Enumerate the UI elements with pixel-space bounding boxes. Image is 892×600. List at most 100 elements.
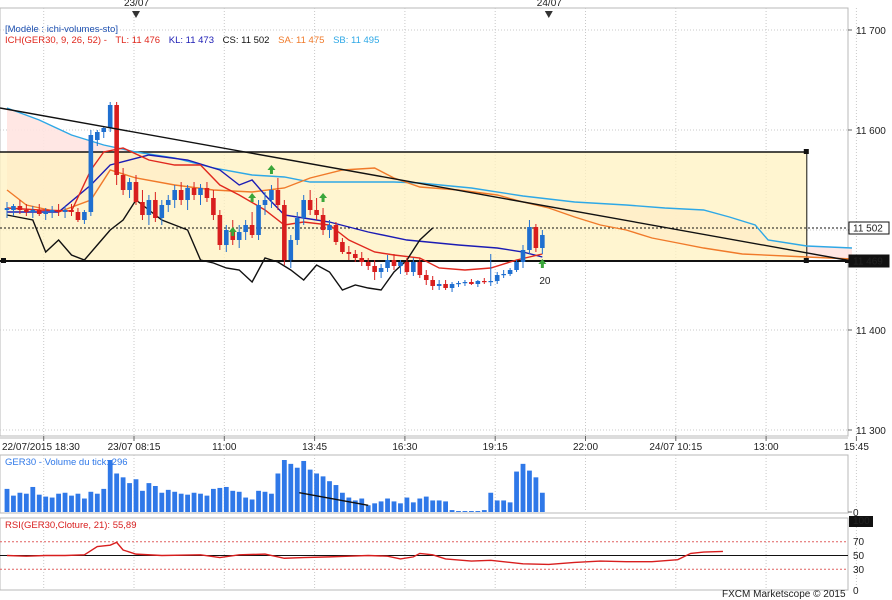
candle-body	[36, 210, 42, 214]
volume-bar	[340, 492, 345, 512]
candle-body	[314, 210, 319, 215]
candle-body	[365, 262, 371, 266]
candle-body	[378, 268, 384, 272]
candle-body	[436, 284, 442, 286]
volume-bar	[30, 486, 36, 512]
candle-body	[449, 284, 455, 288]
volume-bar	[120, 477, 126, 512]
volume-bar	[133, 479, 139, 512]
candle-body	[172, 190, 177, 200]
price-tick-label: 11 600	[856, 126, 886, 137]
volume-bar	[514, 471, 519, 512]
volume-bar	[62, 492, 68, 512]
rsi-level-label: 70	[853, 537, 865, 548]
price-tick-label: 11 400	[856, 326, 886, 337]
volume-bar	[436, 500, 442, 512]
volume-bar	[159, 492, 165, 512]
rsi-level-label: 30	[853, 565, 865, 576]
volume-bar	[101, 488, 107, 512]
candle-body	[398, 262, 403, 266]
volume-bar	[430, 500, 436, 512]
volume-bar	[140, 490, 145, 512]
candle-body	[391, 260, 397, 266]
candle-body	[120, 175, 126, 190]
volume-bar	[417, 498, 423, 512]
candle-body	[4, 208, 10, 210]
candle-body	[475, 281, 481, 284]
candle-body	[333, 225, 339, 242]
price-axis: 11 70011 60011 50011 40011 30011 50211 4…	[848, 26, 890, 437]
candle-body	[56, 210, 61, 212]
candle-body	[165, 200, 171, 205]
candle-body	[282, 205, 287, 260]
time-axis: 22/07/2015 18:30 23/07 08:15 11:00 13:45 16:…	[0, 436, 869, 453]
chart-canvas: 20 11 70011 60011 50011 40011 30011 5021…	[0, 0, 890, 600]
model-label: [Modèle : ichi-volumes-sto]	[5, 24, 118, 35]
volume-bar	[152, 486, 158, 512]
volume-bar	[372, 503, 378, 512]
time-tick-label: 16:30	[392, 442, 417, 453]
volume-bar	[36, 494, 42, 512]
volume-bar	[269, 493, 274, 512]
volume-bar	[75, 493, 81, 512]
volume-bar	[114, 473, 120, 512]
volume-bar	[301, 460, 307, 512]
candle-body	[359, 258, 365, 262]
volume-bar	[398, 503, 403, 512]
volume-bar	[391, 501, 397, 512]
candle-body	[385, 260, 390, 268]
volume-bar	[294, 467, 300, 512]
candle-body	[430, 280, 435, 286]
candle-body	[275, 190, 281, 205]
volume-bar	[539, 492, 545, 512]
volume-bar	[191, 492, 197, 512]
time-tick-label: 23/07 08:15	[108, 442, 161, 453]
volume-bar	[533, 477, 539, 512]
volume-bar	[11, 495, 16, 512]
time-tick-label: 13:00	[754, 442, 779, 453]
candle-body	[178, 190, 184, 200]
volume-bar	[456, 511, 461, 512]
candle-body	[249, 225, 255, 235]
candle-body	[88, 135, 94, 212]
footer-credit: FXCM Marketscope © 2015	[722, 589, 846, 600]
candle-body	[443, 284, 448, 288]
candle-body	[346, 252, 352, 254]
volume-bar	[462, 511, 468, 512]
candle-body	[17, 206, 23, 210]
volume-bar	[43, 496, 49, 512]
time-tick-label: 19:15	[483, 442, 508, 453]
volume-bar	[204, 495, 210, 512]
volume-bar	[211, 488, 216, 512]
candle-body	[69, 210, 74, 212]
volume-bar	[281, 460, 287, 512]
candle-body	[82, 212, 87, 220]
candle-body	[211, 198, 216, 215]
candle-body	[95, 132, 100, 140]
volume-bar	[127, 483, 132, 512]
candle-body	[262, 200, 268, 205]
candle-body	[488, 281, 494, 283]
volume-panel: GER30 - Volume du tick: 296 0	[0, 454, 859, 519]
volume-bar	[346, 497, 352, 512]
rsi-level-label: 100	[853, 516, 870, 527]
volume-bar	[146, 483, 152, 512]
candle-body	[133, 182, 139, 202]
volume-bar	[94, 493, 100, 512]
candle-body	[494, 275, 500, 281]
candle-body	[153, 200, 158, 218]
candle-body	[114, 105, 119, 175]
candle-body	[101, 128, 107, 132]
legend-tl: TL: 11 476	[115, 35, 160, 46]
candle-body	[204, 188, 210, 198]
time-tick-label: 22:00	[573, 442, 598, 453]
candle-body	[75, 212, 81, 220]
time-tick-label: 22/07/2015 18:30	[2, 442, 80, 453]
candle-body	[482, 281, 487, 283]
volume-bar	[501, 500, 507, 512]
candle-body	[533, 227, 539, 248]
candle-body	[411, 262, 416, 272]
legend-sb: SB: 11 495	[333, 35, 379, 46]
rsi-title: RSI(GER30,Cloture, 21): 55,89	[5, 520, 136, 531]
candle-body	[527, 227, 532, 250]
